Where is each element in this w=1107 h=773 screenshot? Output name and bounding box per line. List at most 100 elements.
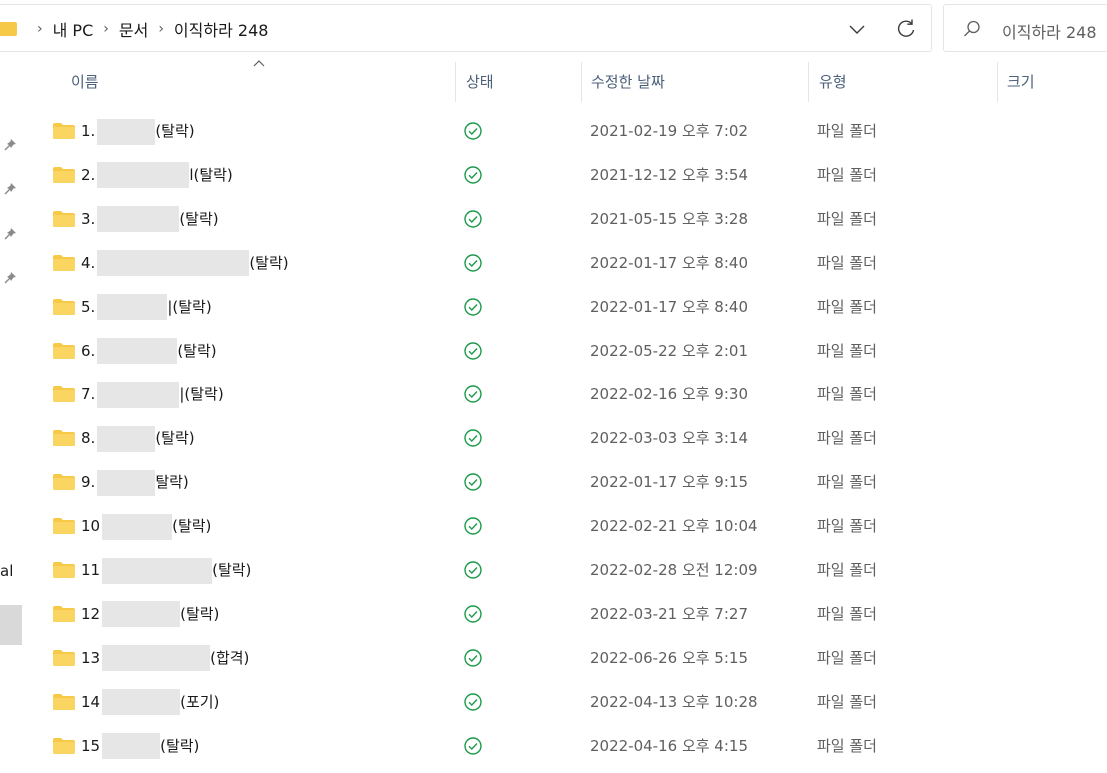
checkmark-circle-icon [464,297,482,316]
file-name[interactable]: 10 (탈락) [81,504,211,548]
pin-icon[interactable] [3,182,17,196]
file-name-suffix: (탈락) [249,253,289,272]
nav-item-label[interactable]: al [0,562,13,580]
file-name-number: 3. [81,209,96,228]
file-name-number: 8. [81,429,96,448]
breadcrumb-this-pc[interactable]: 내 PC [53,17,94,41]
table-row[interactable]: 8. (탈락) 2022-03-03 오후 3:14 파일 폴더 [24,416,1107,460]
checkmark-circle-icon [464,473,482,491]
column-header-name[interactable]: 이름 [71,58,99,106]
refresh-icon[interactable] [895,18,917,40]
chevron-down-icon[interactable] [847,19,867,39]
chevron-right-icon: › [37,21,43,37]
modified-date: 2022-04-16 오후 4:15 [590,736,748,755]
file-name-number: 14 [81,692,101,711]
checkmark-circle-icon [464,517,482,535]
column-header-status[interactable]: 상태 [466,58,494,106]
column-divider[interactable] [997,62,998,102]
file-name[interactable]: 12 (탈락) [81,592,219,636]
file-name[interactable]: 8. (탈락) [81,416,195,460]
modified-date: 2021-05-15 오후 3:28 [590,209,748,228]
sort-ascending-icon [253,60,265,67]
folder-icon [53,693,75,710]
file-type: 파일 폴더 [817,561,877,579]
breadcrumb-current-folder[interactable]: 이직하라 248 [174,17,269,41]
pin-icon[interactable] [3,138,17,152]
column-divider[interactable] [581,62,582,102]
search-box[interactable]: 이직하라 248 [943,4,1107,52]
column-header-modified[interactable]: 수정한 날짜 [591,58,665,106]
folder-icon [53,210,75,227]
column-header-type[interactable]: 유형 [819,58,847,106]
pin-icon[interactable] [3,227,17,241]
table-row[interactable]: 1. (탈락) 2021-02-19 오후 7:02 파일 폴더 [24,109,1107,153]
file-name[interactable]: 13 (합격) [81,636,249,680]
breadcrumb: › 내 PC › 문서 › 이직하라 248 [27,5,268,53]
table-row[interactable]: 13 (합격) 2022-06-26 오후 5:15 파일 폴더 [24,636,1107,680]
file-name-suffix: (탈락) [179,209,219,228]
address-bar[interactable]: › 내 PC › 문서 › 이직하라 248 [0,4,932,52]
checkmark-circle-icon [464,253,482,272]
file-name-suffix: (탈락) [172,517,212,536]
column-divider[interactable] [455,62,456,102]
file-name-number: 6. [81,341,96,360]
redacted-name [97,162,190,189]
table-row[interactable]: 6. (탈락) 2022-05-22 오후 2:01 파일 폴더 [24,329,1107,373]
table-row[interactable]: 9. 탈락) 2022-01-17 오후 9:15 파일 폴더 [24,460,1107,504]
file-type: 파일 폴더 [817,692,877,711]
file-name-number: 15 [81,736,101,755]
file-name-number: 10 [81,517,101,536]
file-type: 파일 폴더 [817,473,877,492]
file-name-number: 4. [81,253,96,272]
toolbar: › 내 PC › 문서 › 이직하라 248 이직하라 248 [0,0,1107,56]
chevron-right-icon: › [158,21,164,37]
pin-icon[interactable] [3,271,17,285]
file-name-suffix: (탈락) [180,604,220,623]
column-header-size[interactable]: 크기 [1007,58,1035,106]
file-name-suffix: (탈락) [177,341,217,360]
file-name-suffix: (포기) [180,692,220,711]
search-input[interactable]: 이직하라 248 [1002,19,1097,43]
file-name[interactable]: 11 (탈락) [81,548,251,592]
folder-icon [53,518,75,535]
folder-icon [53,342,75,359]
table-row[interactable]: 4. (탈락) 2022-01-17 오후 8:40 파일 폴더 [24,241,1107,285]
file-type: 파일 폴더 [817,648,877,667]
table-row[interactable]: 12 (탈락) 2022-03-21 오후 7:27 파일 폴더 [24,592,1107,636]
table-row[interactable]: 11 (탈락) 2022-02-28 오전 12:09 파일 폴더 [24,548,1107,592]
table-row[interactable]: 3. (탈락) 2021-05-15 오후 3:28 파일 폴더 [24,197,1107,241]
file-name[interactable]: 14 (포기) [81,680,219,724]
modified-date: 2022-03-03 오후 3:14 [590,429,748,448]
table-row[interactable]: 7. |(탈락) 2022-02-16 오후 9:30 파일 폴더 [24,372,1107,416]
table-row[interactable]: 10 (탈락) 2022-02-21 오후 10:04 파일 폴더 [24,504,1107,548]
folder-icon [53,737,75,754]
redacted-name [97,338,178,364]
file-name[interactable]: 7. |(탈락) [81,372,224,416]
nav-item-selected[interactable] [0,605,22,645]
table-row[interactable]: 2. l(탈락) 2021-12-12 오후 3:54 파일 폴더 [24,153,1107,197]
file-name[interactable]: 6. (탈락) [81,329,217,373]
table-row[interactable]: 5. |(탈락) 2022-01-17 오후 8:40 파일 폴더 [24,285,1107,329]
redacted-name [97,425,156,452]
file-type: 파일 폴더 [817,297,877,316]
file-name[interactable]: 4. (탈락) [81,241,289,285]
folder-icon [53,166,75,183]
folder-icon [53,562,75,578]
file-name[interactable]: 15 (탈락) [81,724,199,768]
file-type: 파일 폴더 [817,209,877,228]
redacted-name [102,601,181,628]
redacted-name [102,513,173,540]
file-name[interactable]: 2. l(탈락) [81,153,233,197]
checkmark-circle-icon [464,385,482,404]
column-divider[interactable] [808,62,809,102]
table-row[interactable]: 15 (탈락) 2022-04-16 오후 4:15 파일 폴더 [24,724,1107,768]
file-name-number: 7. [81,385,96,404]
breadcrumb-documents[interactable]: 문서 [119,17,148,41]
folder-icon [53,123,75,139]
table-row[interactable]: 14 (포기) 2022-04-13 오후 10:28 파일 폴더 [24,680,1107,724]
file-name-number: 11 [81,561,101,579]
file-name[interactable]: 1. (탈락) [81,109,195,153]
file-name[interactable]: 9. 탈락) [81,460,189,504]
file-name[interactable]: 3. (탈락) [81,197,219,241]
file-name[interactable]: 5. |(탈락) [81,285,212,329]
